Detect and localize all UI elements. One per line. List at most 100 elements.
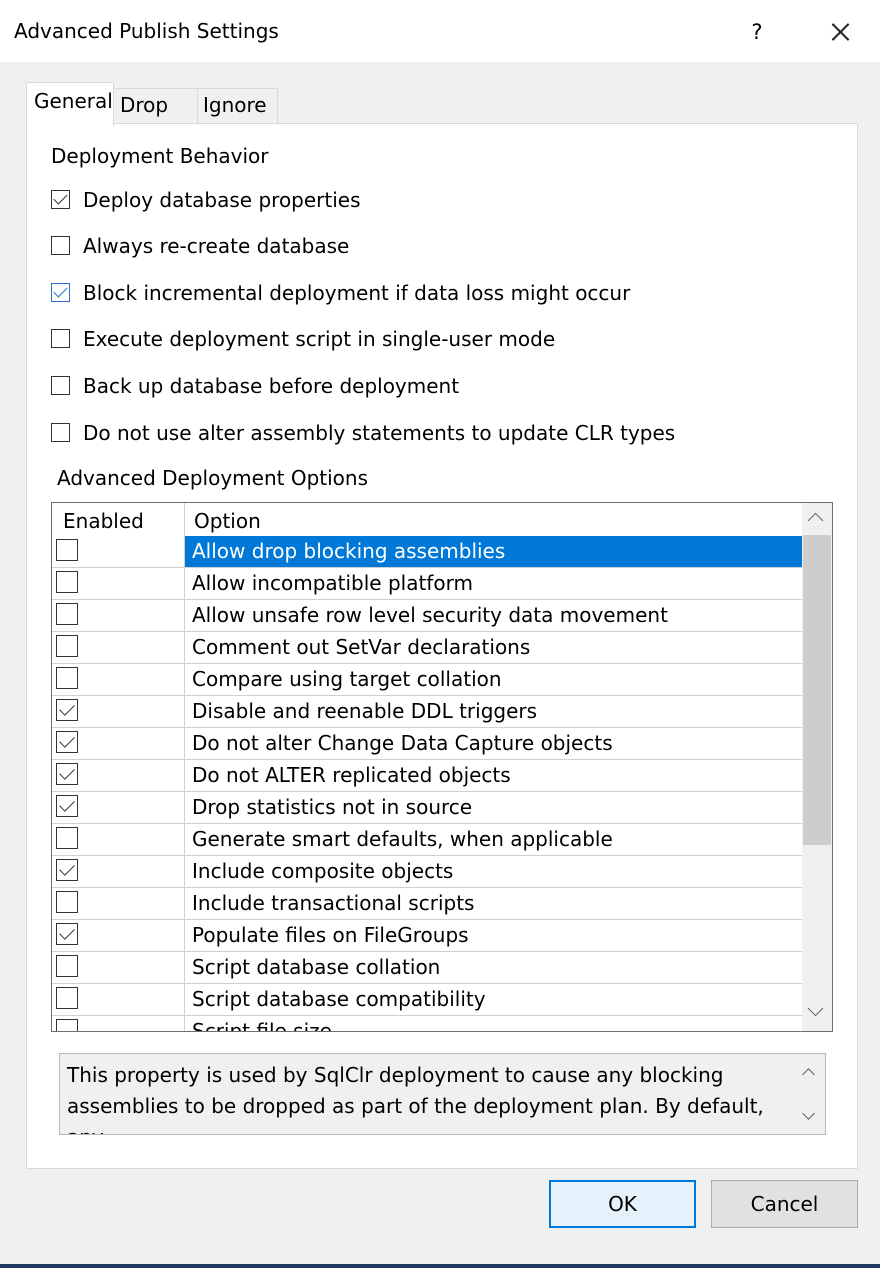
checkbox[interactable] [51,190,70,209]
advanced-options-grid: Enabled Option Allow drop blocking assem… [51,502,833,1032]
table-row[interactable]: Compare using target collation [52,664,802,696]
enabled-checkbox[interactable] [56,1019,78,1031]
close-icon[interactable] [818,10,862,54]
grid-header: Enabled Option [52,503,802,536]
enabled-cell [52,920,185,951]
enabled-checkbox[interactable] [56,827,78,849]
enabled-cell [52,888,185,919]
enabled-checkbox[interactable] [56,603,78,625]
grid-scrollbar[interactable] [802,503,832,1031]
table-row[interactable]: Generate smart defaults, when applicable [52,824,802,856]
scroll-thumb[interactable] [803,535,831,845]
enabled-cell [52,792,185,823]
option-name: Include composite objects [192,859,454,883]
table-row[interactable]: Script database compatibility [52,984,802,1016]
checkbox[interactable] [51,376,70,395]
deployment-option-label: Block incremental deployment if data los… [83,281,631,305]
option-name: Allow drop blocking assemblies [192,539,506,563]
deployment-option-label: Back up database before deployment [83,374,460,398]
option-name: Drop statistics not in source [192,795,473,819]
table-row[interactable]: Allow drop blocking assemblies [52,536,802,568]
checkbox[interactable] [51,329,70,348]
option-description-box: This property is used by SqlClr deployme… [59,1053,826,1135]
cancel-button[interactable]: Cancel [711,1180,858,1228]
table-row[interactable]: Drop statistics not in source [52,792,802,824]
enabled-checkbox[interactable] [56,539,78,561]
enabled-checkbox[interactable] [56,923,78,945]
option-name: Do not alter Change Data Capture objects [192,731,613,755]
tab-ignore[interactable]: Ignore [198,88,278,124]
enabled-cell [52,664,185,695]
option-name: Compare using target collation [192,667,502,691]
enabled-cell [52,696,185,727]
advanced-options-heading: Advanced Deployment Options [57,466,369,490]
enabled-checkbox[interactable] [56,667,78,689]
column-header-option[interactable]: Option [194,509,261,533]
help-button[interactable]: ? [735,10,779,54]
table-row[interactable]: Script database collation [52,952,802,984]
ok-button[interactable]: OK [549,1180,696,1228]
enabled-cell [52,600,185,631]
table-row[interactable]: Comment out SetVar declarations [52,632,802,664]
title-bar: Advanced Publish Settings ? [0,0,880,62]
option-name: Allow unsafe row level security data mov… [192,603,668,627]
table-row[interactable]: Do not ALTER replicated objects [52,760,802,792]
option-name: Do not ALTER replicated objects [192,763,511,787]
enabled-cell [52,568,185,599]
tab-general[interactable]: General [26,82,114,126]
enabled-checkbox[interactable] [56,955,78,977]
enabled-checkbox[interactable] [56,571,78,593]
column-header-enabled[interactable]: Enabled [63,509,144,533]
deployment-option-label: Deploy database properties [83,188,361,212]
enabled-checkbox[interactable] [56,635,78,657]
option-name: Include transactional scripts [192,891,475,915]
enabled-cell [52,824,185,855]
enabled-cell [52,1016,185,1031]
tab-drop[interactable]: Drop [114,88,198,124]
enabled-cell [52,984,185,1015]
deployment-option-label: Execute deployment script in single-user… [83,327,556,351]
scroll-down-icon[interactable] [807,1000,824,1017]
deployment-option-label: Always re-create database [83,234,350,258]
description-scrollbar[interactable] [795,1054,825,1134]
checkbox[interactable] [51,283,70,302]
enabled-checkbox[interactable] [56,987,78,1009]
scroll-up-icon[interactable] [807,512,824,529]
enabled-checkbox[interactable] [56,795,78,817]
table-row[interactable]: Script file size [52,1016,802,1031]
option-name: Allow incompatible platform [192,571,473,595]
dialog-title: Advanced Publish Settings [14,19,279,43]
table-row[interactable]: Populate files on FileGroups [52,920,802,952]
enabled-cell [52,632,185,663]
enabled-checkbox[interactable] [56,763,78,785]
enabled-cell [52,760,185,791]
enabled-cell [52,856,185,887]
table-row[interactable]: Allow incompatible platform [52,568,802,600]
deployment-behavior-heading: Deployment Behavior [51,144,269,168]
enabled-cell [52,728,185,759]
enabled-cell [52,536,185,567]
option-name: Disable and reenable DDL triggers [192,699,538,723]
enabled-cell [52,952,185,983]
option-name: Generate smart defaults, when applicable [192,827,613,851]
option-name: Script database compatibility [192,987,486,1011]
option-name: Populate files on FileGroups [192,923,469,947]
table-row[interactable]: Disable and reenable DDL triggers [52,696,802,728]
description-scroll-up-icon[interactable] [802,1068,815,1081]
deployment-option-label: Do not use alter assembly statements to … [83,421,676,445]
option-description-text: This property is used by SqlClr deployme… [67,1063,764,1134]
table-row[interactable]: Do not alter Change Data Capture objects [52,728,802,760]
option-name: Comment out SetVar declarations [192,635,531,659]
advanced-publish-settings-dialog: Advanced Publish Settings ? General Drop… [0,0,880,1268]
enabled-checkbox[interactable] [56,859,78,881]
table-row[interactable]: Include transactional scripts [52,888,802,920]
enabled-checkbox[interactable] [56,731,78,753]
checkbox[interactable] [51,423,70,442]
description-scroll-down-icon[interactable] [802,1107,815,1120]
table-row[interactable]: Include composite objects [52,856,802,888]
checkbox[interactable] [51,236,70,255]
enabled-checkbox[interactable] [56,891,78,913]
table-row[interactable]: Allow unsafe row level security data mov… [52,600,802,632]
enabled-checkbox[interactable] [56,699,78,721]
option-name: Script database collation [192,955,441,979]
